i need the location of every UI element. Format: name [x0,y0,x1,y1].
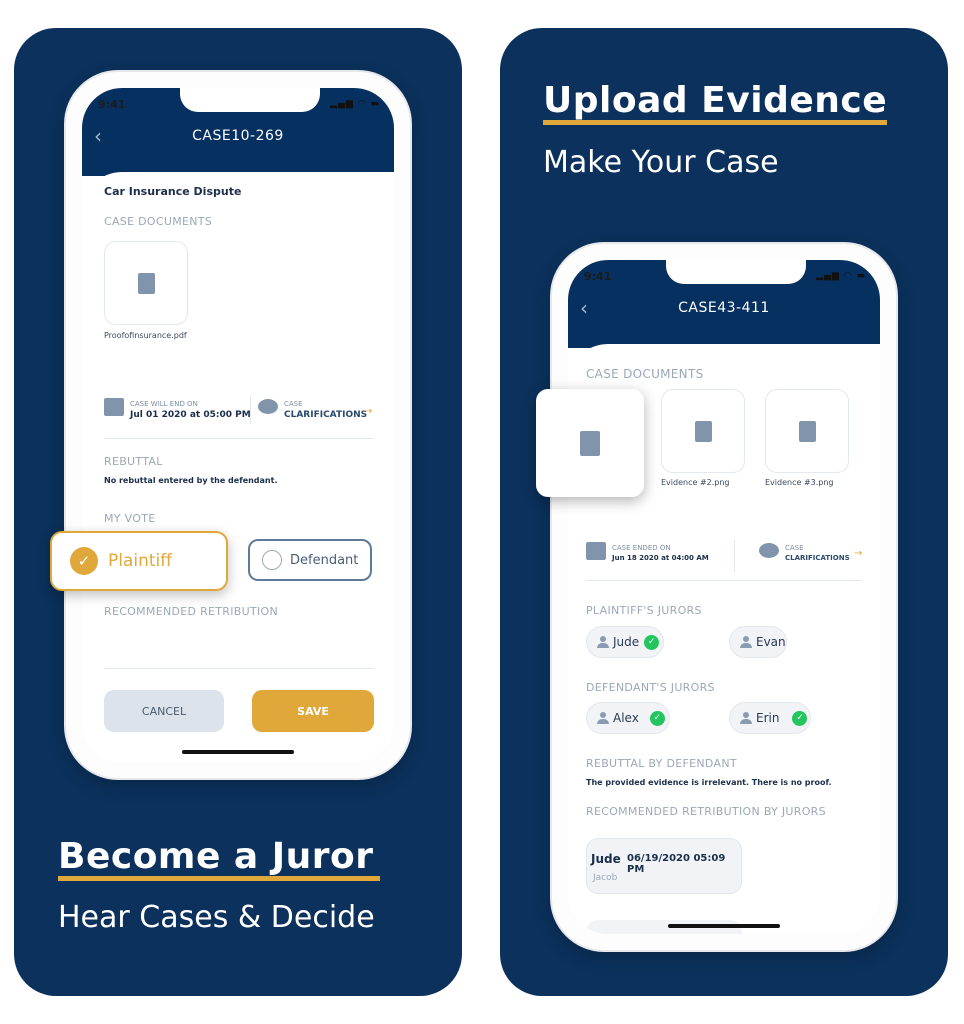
rebuttal-label: REBUTTAL [104,455,163,468]
defendant-label: Defendant [290,552,359,568]
subline-left: Hear Cases & Decide [58,900,375,935]
person-icon [597,636,609,648]
file-icon [580,431,600,456]
chat-icon [759,543,779,558]
clar-top: CASE [284,400,303,408]
check-icon: ✓ [644,634,660,650]
docs-label: CASE DOCUMENTS [586,367,704,381]
end-label: CASE WILL END ON [130,400,198,408]
file-icon [695,421,712,442]
juror-chip: Erin ✓ [729,702,811,734]
save-button[interactable]: SAVE [252,690,374,732]
check-icon: ✓ [649,710,665,726]
clar-top: CASE [785,544,804,552]
page-title: CASE10-269 [192,128,284,144]
plaintiff-label: Plaintiff [108,551,172,571]
retribution-card[interactable]: Jude 06/19/2020 05:09 PM Jacob [586,838,742,894]
document-name: Evidence #2.png [661,478,730,487]
vote-plaintiff-option[interactable]: ✓ Plaintiff [50,531,228,591]
file-icon [799,421,816,442]
check-icon: ✓ [792,710,808,726]
document-thumb[interactable] [765,389,849,473]
juror-chip: Alex ✓ [586,702,670,734]
docs-label: CASE DOCUMENTS [104,215,213,228]
retribution-date: 06/19/2020 05:09 PM [627,853,726,875]
arrow-right-icon[interactable]: → [364,406,372,417]
page-title: CASE43-411 [678,300,770,316]
clarifications-link[interactable]: CLARIFICATIONS [785,554,850,562]
document-thumb-dragging[interactable] [536,389,644,497]
end-date: Jun 18 2020 at 04:00 AM [612,554,709,562]
end-date: Jul 01 2020 at 05:00 PM [130,410,251,420]
signal-wifi-battery-icon: ▂▄▆ ◠ ▬ [816,271,866,281]
document-name: Proofofinsurance.pdf [104,331,187,340]
document-thumb[interactable] [104,241,188,325]
status-time: 9:41 [98,98,126,111]
calendar-icon [586,542,606,560]
file-icon [138,273,155,294]
document-thumb[interactable] [661,389,745,473]
person-icon [740,636,752,648]
headline-right: Upload Evidence [543,80,888,121]
radio-icon [262,550,282,570]
vote-defendant-option[interactable]: Defendant [248,539,372,581]
vote-label: MY VOTE [104,512,156,525]
phone-left: 9:41 ▂▄▆ ◠ ▬ ‹ CASE10-269 Car Insurance … [66,72,410,778]
chat-icon [258,399,278,414]
calendar-icon [104,398,124,416]
status-time: 9:41 [584,270,612,283]
juror-chip: Jude ✓ [586,626,664,658]
phone-right: 9:41 ▂▄▆ ◠ ▬ ‹ CASE43-411 CASE DOCUMENTS… [552,244,896,950]
rebuttal-text: The provided evidence is irrelevant. The… [586,778,832,787]
retribution-label: RECOMMENDED RETRIBUTION [104,605,279,618]
clarifications-link[interactable]: CLARIFICATIONS [284,410,367,420]
juror-chip: Evan [729,626,787,658]
cancel-button[interactable]: CANCEL [104,690,224,732]
plaintiff-jurors-label: PLAINTIFF'S JURORS [586,604,702,617]
retribution-label: RECOMMENDED RETRIBUTION BY JURORS [586,805,826,818]
case-name: Car Insurance Dispute [104,185,242,198]
retribution-author: Jude [591,852,621,866]
document-name: Evidence #3.png [765,478,834,487]
person-icon [597,712,609,724]
arrow-right-icon[interactable]: → [854,548,862,559]
check-icon: ✓ [70,547,98,575]
subline-right: Make Your Case [543,145,779,180]
retribution-text: Jacob [593,873,618,883]
rebuttal-label: REBUTTAL BY DEFENDANT [586,757,737,770]
defendant-jurors-label: DEFENDANT'S JURORS [586,681,715,694]
signal-wifi-battery-icon: ▂▄▆ ◠ ▬ [330,99,380,109]
rebuttal-text: No rebuttal entered by the defendant. [104,476,278,485]
end-label: CASE ENDED ON [612,544,671,552]
person-icon [740,712,752,724]
headline-left: Become a Juror [58,836,374,877]
